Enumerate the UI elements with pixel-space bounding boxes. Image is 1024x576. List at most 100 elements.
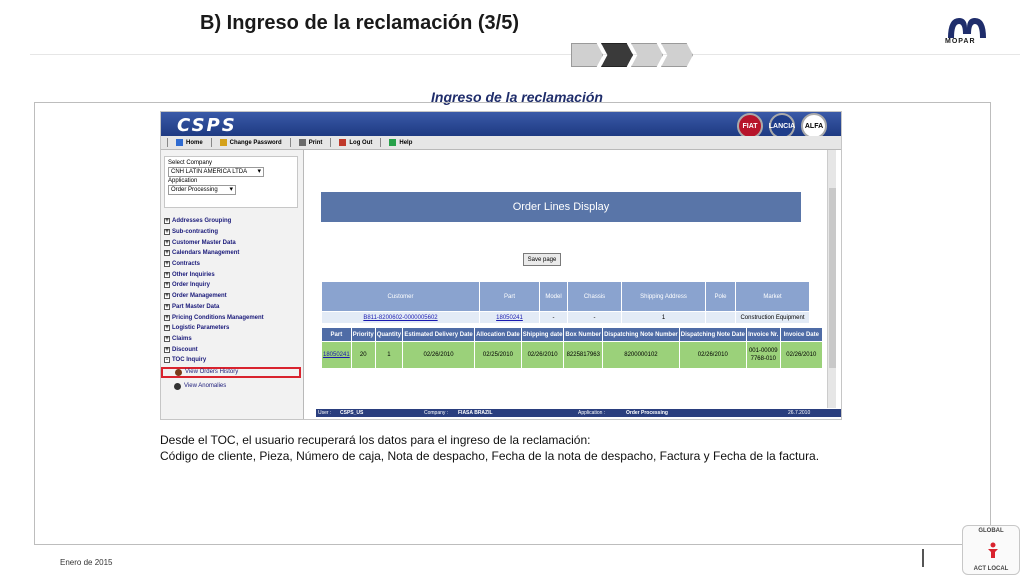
- expand-icon: +: [164, 261, 170, 268]
- expand-icon: +: [164, 239, 170, 246]
- column-header: Shipping Address: [621, 281, 706, 312]
- table-cell: 02/25/2010: [474, 341, 522, 369]
- column-header: Invoice Nr.: [745, 327, 781, 342]
- save-page-button[interactable]: Save page: [523, 253, 561, 266]
- menu-logout[interactable]: Log Out: [339, 139, 372, 146]
- tree-item-toc-inquiry[interactable]: - TOC Inquiry: [164, 355, 302, 366]
- column-header: Dispatching Note Date: [678, 327, 747, 342]
- csps-app-window: CSPS FIAT LANCIA ALFA Home Change Passwo…: [160, 111, 842, 420]
- select-company-label: Select Company: [168, 160, 213, 166]
- step-4: [661, 43, 693, 67]
- column-header: Chassis: [567, 281, 622, 312]
- slide-title: B) Ingreso de la reclamación (3/5): [200, 12, 519, 34]
- collapse-icon: -: [164, 357, 170, 364]
- app-banner: CSPS FIAT LANCIA ALFA: [161, 112, 841, 139]
- progress-steps: [571, 43, 693, 67]
- tree-item-customer-master-data[interactable]: + Customer Master Data: [164, 237, 302, 248]
- table-header-row: Part Priority Quantity Estimated Deliver…: [321, 327, 823, 342]
- table-cell: 8225817963: [563, 341, 604, 369]
- order-line-table: Customer Part Model Chassis Shipping Add…: [321, 281, 810, 324]
- status-company-value: FIASA BRAZIL: [458, 410, 493, 416]
- status-company-label: Company :: [424, 410, 449, 416]
- global-act-local-badge: GLOBAL ACT LOCAL: [962, 525, 1020, 575]
- tree-subitem-view-orders-history[interactable]: View Orders History: [161, 366, 301, 378]
- column-header: Box Number: [563, 327, 604, 342]
- expand-icon: +: [164, 335, 170, 342]
- person-icon: [988, 542, 998, 558]
- tree-item-order-management[interactable]: + Order Management: [164, 291, 302, 302]
- step-3: [631, 43, 663, 67]
- menu-change-password[interactable]: Change Password: [219, 139, 282, 146]
- tree-subitem-view-anomalies[interactable]: View Anomalies: [164, 381, 302, 392]
- table-cell: 20: [350, 341, 376, 369]
- application-select[interactable]: Order Processing: [168, 185, 236, 195]
- tree-item-logistic-parameters[interactable]: + Logistic Parameters: [164, 323, 302, 334]
- tree-item-addresses-grouping[interactable]: + Addresses Grouping: [164, 216, 302, 227]
- table-cell: 1: [621, 311, 706, 324]
- tree-item-discount[interactable]: + Discount: [164, 344, 302, 355]
- table-header-row: Customer Part Model Chassis Shipping Add…: [321, 281, 810, 312]
- column-header: Model: [539, 281, 568, 312]
- badge-bottom-text: ACT LOCAL: [973, 566, 1009, 572]
- tree-item-part-master-data[interactable]: + Part Master Data: [164, 302, 302, 313]
- expand-icon: +: [164, 282, 170, 289]
- tree-item-other-inquiries[interactable]: + Other Inquiries: [164, 269, 302, 280]
- tree-item-calendars-management[interactable]: + Calendars Management: [164, 248, 302, 259]
- expand-icon: +: [164, 229, 170, 236]
- table-cell: 02/26/2010: [520, 341, 565, 369]
- customer-link[interactable]: B811-8200602-0000005602: [321, 311, 480, 324]
- menu-print[interactable]: Print: [298, 139, 322, 146]
- key-icon: [219, 139, 227, 146]
- column-header: Part: [479, 281, 540, 312]
- bullet-icon: [174, 382, 181, 390]
- footer-date: Enero de 2015: [60, 558, 113, 567]
- app-statusbar: User : CSPS_US Company : FIASA BRAZIL Ap…: [316, 409, 841, 417]
- app-sidebar: Select Company CNH LATIN AMERICA LTDA Ap…: [161, 150, 304, 419]
- mopar-logo-text: MOPAR: [945, 38, 976, 45]
- menu-separator: [380, 138, 382, 147]
- dispatch-details-table: Part Priority Quantity Estimated Deliver…: [321, 327, 823, 369]
- description-line: Desde el TOC, el usuario recuperará los …: [160, 433, 591, 447]
- table-cell: 02/26/2010: [678, 341, 747, 369]
- step-2-active: [601, 43, 633, 67]
- menu-home[interactable]: Home: [176, 139, 203, 146]
- panel-title: Order Lines Display: [321, 192, 801, 222]
- tree-item-claims[interactable]: + Claims: [164, 334, 302, 345]
- table-row: B811-8200602-0000005602 18050241 - - 1 C…: [321, 311, 810, 324]
- column-header: Market: [735, 281, 810, 312]
- vertical-scrollbar[interactable]: [827, 150, 836, 408]
- expand-icon: +: [164, 250, 170, 257]
- description-line: Código de cliente, Pieza, Número de caja…: [160, 449, 820, 463]
- table-cell: 02/26/2010: [402, 341, 476, 369]
- table-cell: -: [539, 311, 568, 324]
- tree-item-pricing-conditions[interactable]: + Pricing Conditions Management: [164, 312, 302, 323]
- table-cell: 001-000097768-010: [745, 341, 781, 369]
- printer-icon: [298, 139, 306, 146]
- title-divider: [30, 54, 1020, 55]
- tree-item-order-inquiry[interactable]: + Order Inquiry: [164, 280, 302, 291]
- tree-item-sub-contracting[interactable]: + Sub-contracting: [164, 227, 302, 238]
- help-icon: [389, 139, 397, 146]
- table-cell: [705, 311, 736, 324]
- menu-separator: [210, 138, 212, 147]
- badge-top-text: GLOBAL: [978, 528, 1004, 534]
- scrollbar-thumb[interactable]: [829, 188, 836, 368]
- company-selector-box: Select Company CNH LATIN AMERICA LTDA Ap…: [164, 156, 298, 208]
- table-cell: 8200000102: [602, 341, 680, 369]
- expand-icon: +: [164, 314, 170, 321]
- tree-item-contracts[interactable]: + Contracts: [164, 259, 302, 270]
- csps-logo: CSPS: [177, 115, 237, 136]
- part-link[interactable]: 18050241: [321, 341, 352, 369]
- logout-icon: [339, 139, 347, 146]
- expand-icon: +: [164, 346, 170, 353]
- menu-separator: [289, 138, 291, 147]
- menu-help[interactable]: Help: [389, 139, 412, 146]
- company-select[interactable]: CNH LATIN AMERICA LTDA: [168, 167, 264, 177]
- expand-icon: +: [164, 303, 170, 310]
- table-row: 18050241 20 1 02/26/2010 02/25/2010 02/2…: [321, 341, 823, 369]
- part-link[interactable]: 18050241: [479, 311, 540, 324]
- menu-separator: [330, 138, 332, 147]
- column-header: Priority: [350, 327, 376, 342]
- status-date: 26.7.2010: [788, 410, 811, 416]
- column-header: Customer: [321, 281, 480, 312]
